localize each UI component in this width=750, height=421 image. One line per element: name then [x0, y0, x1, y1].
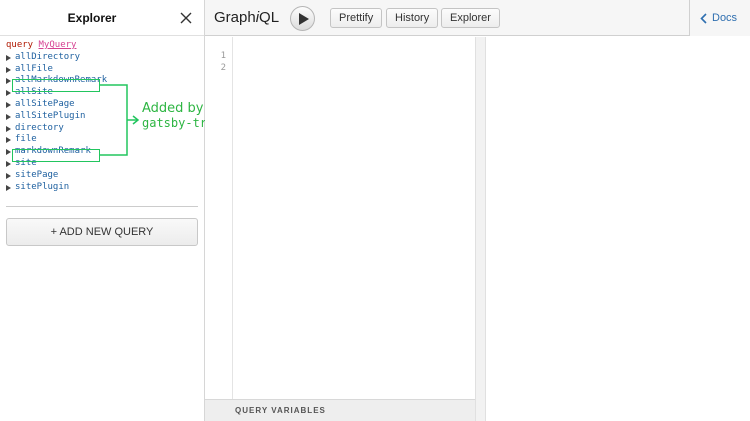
line-number: 1: [220, 51, 226, 61]
prettify-button[interactable]: Prettify: [330, 8, 383, 28]
history-button[interactable]: History: [386, 8, 439, 28]
play-icon: [299, 13, 309, 25]
result-pane: [486, 37, 750, 421]
docs-button[interactable]: Docs: [689, 0, 750, 36]
execute-query-button[interactable]: [290, 6, 315, 31]
docs-label: Docs: [712, 12, 738, 24]
chevron-left-icon: [700, 13, 707, 24]
caret-right-icon: [6, 172, 11, 179]
add-new-query-button[interactable]: + ADD NEW QUERY: [6, 218, 198, 246]
logo-part: Graph: [214, 9, 256, 26]
toolbar: GraphiQL Prettify History Explorer Docs: [205, 0, 750, 36]
field-label: sitePlugin: [15, 181, 70, 192]
logo-part: QL: [259, 9, 280, 26]
editor-scrollbar[interactable]: [475, 37, 486, 421]
line-number-gutter: 1 2: [205, 37, 233, 399]
query-editor[interactable]: 1 2: [205, 37, 475, 399]
query-variables-toggle[interactable]: QUERY VARIABLES: [205, 399, 475, 421]
explorer-button[interactable]: Explorer: [441, 8, 500, 28]
annotation-bracket: [100, 84, 140, 156]
line-number: 2: [220, 63, 226, 73]
tree-item-site-plugin[interactable]: sitePlugin: [6, 182, 107, 194]
graphiql-logo: GraphiQL: [214, 0, 279, 36]
tree-item-site-page[interactable]: sitePage: [6, 170, 107, 182]
caret-right-icon: [6, 184, 11, 191]
divider: [6, 206, 198, 207]
field-label: sitePage: [15, 169, 59, 180]
